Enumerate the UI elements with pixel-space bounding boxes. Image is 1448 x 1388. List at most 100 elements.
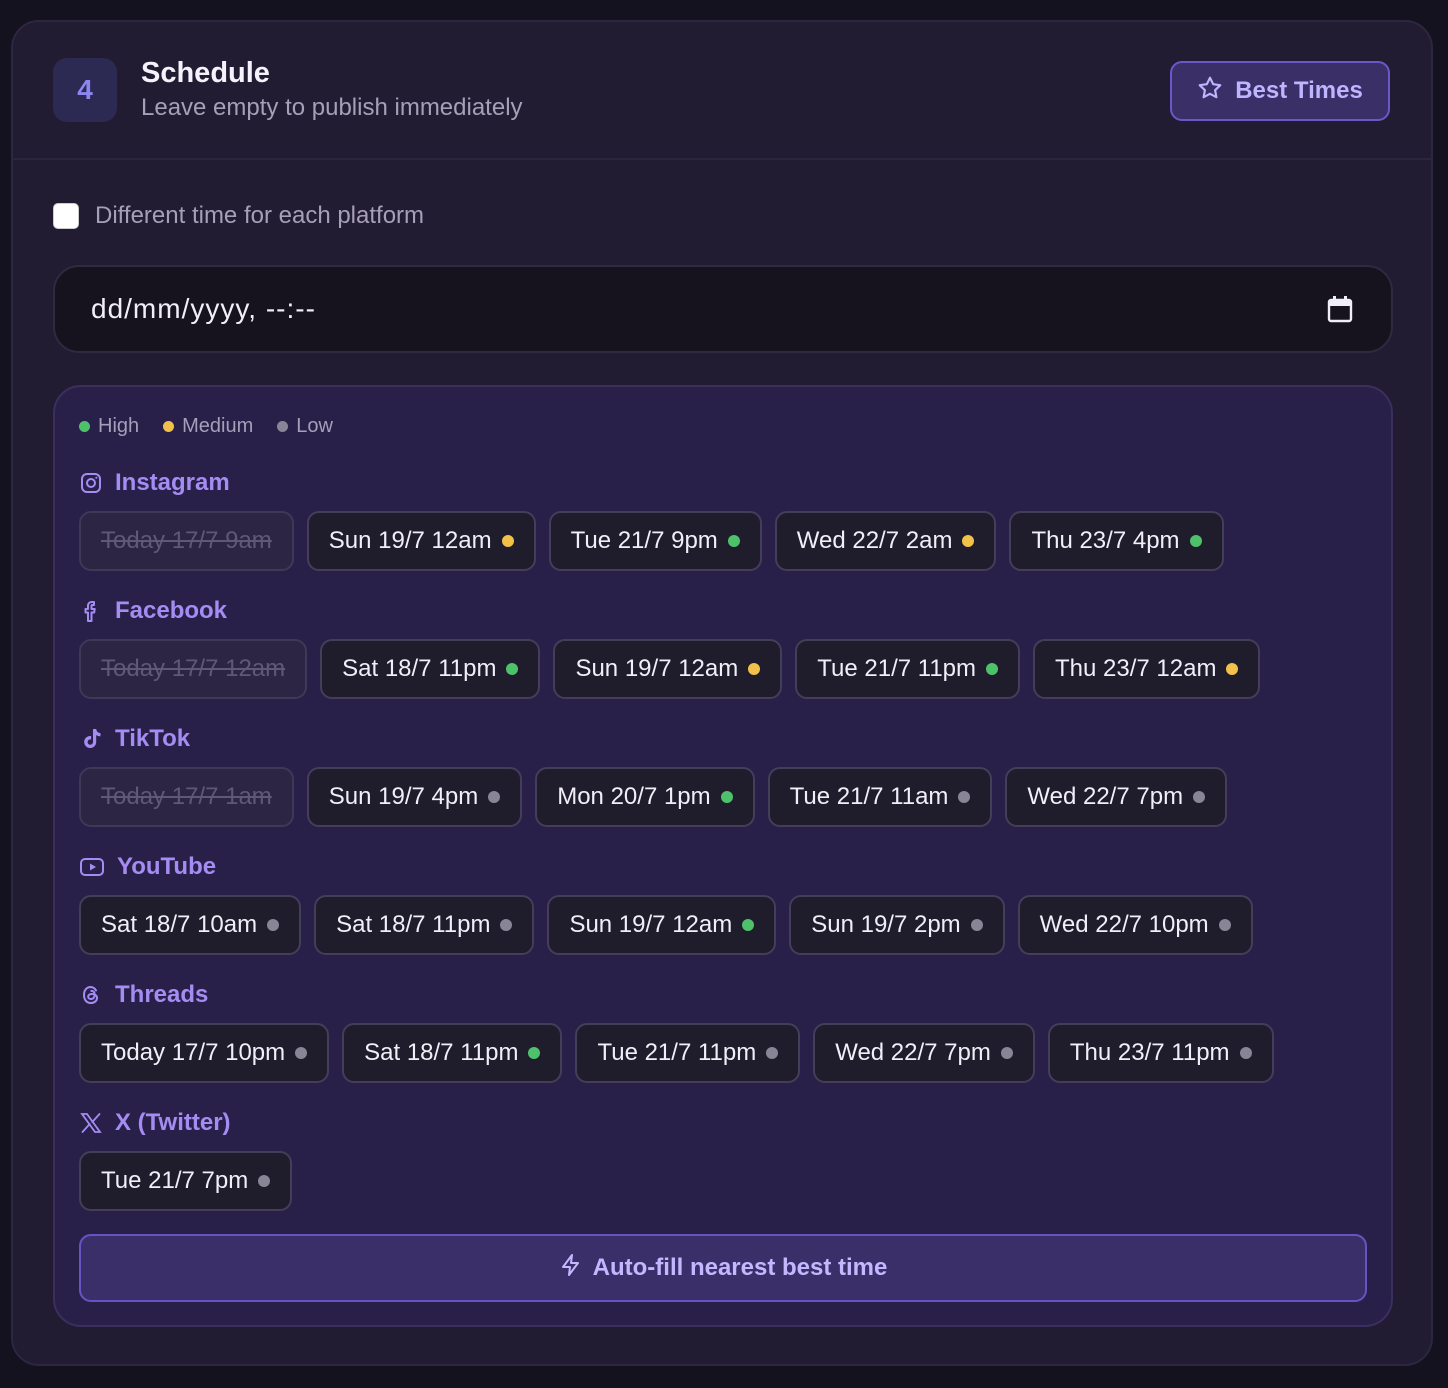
legend-low: Low	[277, 415, 333, 438]
time-slot-chip[interactable]: Sat 18/7 10am	[79, 895, 302, 955]
low-priority-dot-icon	[1193, 791, 1206, 803]
legend-medium: Medium	[163, 415, 253, 438]
platform-block-youtube: YouTube Sat 18/7 10am Sat 18/7 11pm Sun 19/…	[79, 851, 1253, 955]
instagram-icon	[79, 471, 103, 495]
platform-name: Threads	[115, 981, 209, 1008]
platform-name: Facebook	[115, 597, 228, 624]
high-priority-dot-icon	[742, 919, 755, 931]
time-slot-label: Today 17/7 9am	[101, 527, 272, 554]
platform-block-threads: Threads Today 17/7 10pm Sat 18/7 11pm Tue 2…	[79, 979, 1274, 1083]
time-slot-chip[interactable]: Wed 22/7 10pm	[1017, 895, 1253, 955]
time-slot-label: Sat 18/7 11pm	[364, 1039, 519, 1066]
time-slot-chip[interactable]: Tue 21/7 11am	[767, 767, 993, 827]
time-slot-list: Today 17/7 12am Sat 18/7 11pm Sun 19/7 12a…	[79, 639, 1261, 699]
medium-priority-dot-icon	[962, 535, 975, 547]
time-slot-list: Today 17/7 9am Sun 19/7 12am Tue 21/7 9pm W…	[79, 511, 1224, 571]
facebook-icon	[79, 599, 103, 623]
time-slot-label: Today 17/7 12am	[101, 655, 286, 682]
best-times-button[interactable]: Best Times	[1170, 61, 1390, 121]
platform-title: TikTok	[79, 723, 1227, 755]
low-priority-dot-icon	[295, 1047, 308, 1059]
time-slot-chip[interactable]: Wed 22/7 7pm	[1005, 767, 1228, 827]
time-slot-label: Sat 18/7 11pm	[336, 911, 491, 938]
star-icon	[1197, 75, 1223, 108]
platform-title: Threads	[79, 979, 1274, 1011]
platform-block-x-twitter: X (Twitter) Tue 21/7 7pm	[79, 1107, 293, 1211]
time-slot-list: Tue 21/7 7pm	[79, 1151, 293, 1211]
platform-block-instagram: Instagram Today 17/7 9am Sun 19/7 12am Tue …	[79, 467, 1224, 571]
high-priority-dot-icon	[506, 663, 519, 675]
time-slot-chip[interactable]: Thu 23/7 11pm	[1047, 1023, 1274, 1083]
time-slot-label: Sat 18/7 10am	[101, 911, 258, 938]
time-slot-chip[interactable]: Today 17/7 10pm	[79, 1023, 330, 1083]
low-priority-dot-icon	[1239, 1047, 1252, 1059]
time-slot-chip[interactable]: Sat 18/7 11pm	[320, 639, 541, 699]
time-slot-chip[interactable]: Tue 21/7 7pm	[79, 1151, 293, 1211]
lightning-icon	[559, 1252, 583, 1285]
platform-name: X (Twitter)	[115, 1109, 231, 1136]
high-priority-dot-icon	[986, 663, 999, 675]
time-slot-chip[interactable]: Tue 21/7 9pm	[548, 511, 762, 571]
different-time-option[interactable]: Different time for each platform	[53, 202, 424, 230]
time-slot-chip[interactable]: Sun 19/7 12am	[553, 639, 783, 699]
high-priority-dot-icon	[727, 535, 740, 547]
best-times-label: Best Times	[1235, 77, 1363, 104]
time-slot-label: Wed 22/7 7pm	[835, 1039, 991, 1066]
low-priority-dot-icon	[766, 1047, 779, 1059]
time-slot-chip[interactable]: Sun 19/7 12am	[547, 895, 777, 955]
time-slot-chip[interactable]: Sat 18/7 11pm	[314, 895, 535, 955]
low-priority-dot-icon	[1000, 1047, 1013, 1059]
legend-label: High	[98, 415, 140, 437]
low-priority-dot-icon	[500, 919, 513, 931]
time-slot-chip[interactable]: Sat 18/7 11pm	[342, 1023, 563, 1083]
legend-label: Low	[296, 415, 333, 437]
autofill-button[interactable]: Auto-fill nearest best time	[79, 1234, 1367, 1302]
header-text: Schedule Leave empty to publish immediat…	[141, 55, 523, 125]
time-slot-chip[interactable]: Tue 21/7 11pm	[795, 639, 1021, 699]
low-priority-dot-icon	[970, 919, 983, 931]
page-subtitle: Leave empty to publish immediately	[141, 94, 523, 121]
low-dot-icon	[277, 421, 289, 432]
time-slot-chip: Today 17/7 9am	[79, 511, 294, 571]
schedule-header: 4 Schedule Leave empty to publish immedi…	[13, 22, 1431, 160]
best-times-panel: High Medium Low Instagram Today 17/7 9am S…	[53, 385, 1393, 1327]
calendar-icon[interactable]	[1327, 295, 1353, 330]
low-priority-dot-icon	[1218, 919, 1231, 931]
medium-priority-dot-icon	[501, 535, 514, 547]
platform-title: Facebook	[79, 595, 1260, 627]
time-slot-chip[interactable]: Mon 20/7 1pm	[535, 767, 755, 827]
time-slot-label: Tue 21/7 11pm	[817, 655, 977, 682]
time-slot-chip[interactable]: Thu 23/7 4pm	[1009, 511, 1224, 571]
time-slot-chip[interactable]: Sun 19/7 4pm	[306, 767, 523, 827]
priority-legend: High Medium Low	[79, 415, 333, 438]
time-slot-label: Today 17/7 10pm	[101, 1039, 286, 1066]
youtube-icon	[79, 855, 105, 879]
platform-name: Instagram	[115, 469, 230, 496]
platform-block-facebook: Facebook Today 17/7 12am Sat 18/7 11pm Sun …	[79, 595, 1261, 699]
time-slot-label: Sun 19/7 12am	[328, 527, 492, 554]
datetime-input[interactable]: dd/mm/yyyy, --:--	[53, 265, 1393, 353]
medium-priority-dot-icon	[748, 663, 761, 675]
datetime-placeholder: dd/mm/yyyy, --:--	[91, 293, 316, 324]
time-slot-label: Sat 18/7 11pm	[342, 655, 497, 682]
high-priority-dot-icon	[528, 1047, 541, 1059]
high-priority-dot-icon	[720, 791, 733, 803]
time-slot-chip[interactable]: Wed 22/7 2am	[774, 511, 997, 571]
time-slot-label: Tue 21/7 11pm	[597, 1039, 757, 1066]
time-slot-chip[interactable]: Sun 19/7 2pm	[789, 895, 1005, 955]
different-time-checkbox[interactable]	[53, 203, 79, 229]
legend-label: Medium	[182, 415, 254, 437]
time-slot-chip[interactable]: Sun 19/7 12am	[306, 511, 536, 571]
time-slot-chip[interactable]: Thu 23/7 12am	[1033, 639, 1261, 699]
time-slot-chip[interactable]: Tue 21/7 11pm	[575, 1023, 801, 1083]
platform-title: Instagram	[79, 467, 1224, 499]
legend-high: High	[79, 415, 139, 438]
time-slot-chip[interactable]: Wed 22/7 7pm	[813, 1023, 1035, 1083]
time-slot-label: Wed 22/7 7pm	[1027, 783, 1184, 810]
low-priority-dot-icon	[488, 791, 501, 803]
high-dot-icon	[79, 421, 90, 432]
time-slot-list: Today 17/7 10pm Sat 18/7 11pm Tue 21/7 11p…	[79, 1023, 1274, 1083]
threads-icon	[79, 983, 103, 1007]
low-priority-dot-icon	[258, 1175, 271, 1187]
time-slot-chip: Today 17/7 1am	[79, 767, 294, 827]
